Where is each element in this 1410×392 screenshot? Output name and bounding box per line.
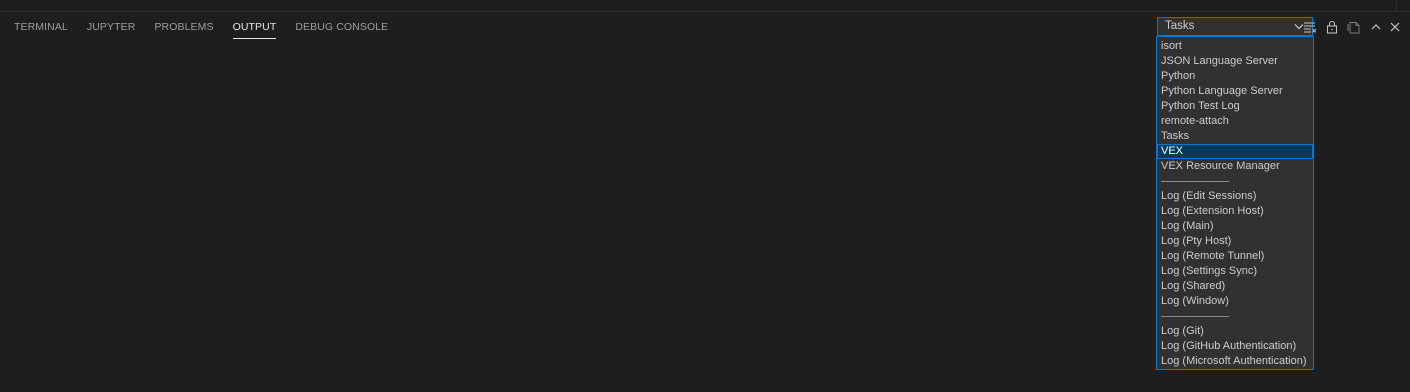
dropdown-separator (1157, 174, 1313, 189)
output-channel-value: Tasks (1165, 20, 1195, 32)
tab-debug-console[interactable]: DEBUG CONSOLE (295, 12, 388, 40)
dropdown-option[interactable]: Log (Shared) (1157, 279, 1313, 294)
lock-icon[interactable] (1324, 19, 1340, 35)
dropdown-option[interactable]: Log (Git) (1157, 324, 1313, 339)
close-icon[interactable] (1387, 19, 1403, 35)
dropdown-option[interactable]: Log (Remote Tunnel) (1157, 249, 1313, 264)
dropdown-option[interactable]: Log (Edit Sessions) (1157, 189, 1313, 204)
tab-output[interactable]: OUTPUT (232, 12, 277, 40)
dropdown-option[interactable]: Log (GitHub Authentication) (1157, 339, 1313, 354)
dropdown-option[interactable]: Log (Extension Host) (1157, 204, 1313, 219)
dropdown-option[interactable]: Python (1157, 69, 1313, 84)
dropdown-option[interactable]: Log (Main) (1157, 219, 1313, 234)
dropdown-option[interactable]: remote-attach (1157, 114, 1313, 129)
output-channel-dropdown: isort JSON Language Server Python Python La… (1156, 36, 1314, 370)
clear-output-icon[interactable] (1302, 19, 1318, 35)
dropdown-option[interactable]: VEX (1157, 144, 1313, 159)
dropdown-option[interactable]: isort (1157, 39, 1313, 54)
tab-problems[interactable]: PROBLEMS (154, 12, 213, 40)
output-panel: TERMINAL JUPYTER PROBLEMS OUTPUT DEBUG C… (0, 0, 1410, 392)
editor-bottom-edge (0, 0, 1410, 12)
dropdown-option[interactable]: Tasks (1157, 129, 1313, 144)
tab-terminal[interactable]: TERMINAL (14, 12, 68, 40)
dropdown-option[interactable]: Python Test Log (1157, 99, 1313, 114)
panel-tabs: TERMINAL JUPYTER PROBLEMS OUTPUT DEBUG C… (14, 12, 407, 40)
dropdown-option[interactable]: Python Language Server (1157, 84, 1313, 99)
dropdown-option[interactable]: Log (Microsoft Authentication) (1157, 354, 1313, 369)
divider (1396, 0, 1397, 11)
dropdown-option[interactable]: Log (Window) (1157, 294, 1313, 309)
tab-jupyter[interactable]: JUPYTER (87, 12, 136, 40)
dropdown-separator (1157, 309, 1313, 324)
dropdown-option[interactable]: Log (Pty Host) (1157, 234, 1313, 249)
dropdown-option[interactable]: Log (Settings Sync) (1157, 264, 1313, 279)
open-in-editor-icon[interactable] (1346, 19, 1362, 35)
output-channel-select[interactable]: Tasks (1157, 17, 1313, 36)
maximize-panel-icon[interactable] (1368, 19, 1384, 35)
dropdown-option[interactable]: VEX Resource Manager (1157, 159, 1313, 174)
dropdown-option[interactable]: JSON Language Server (1157, 54, 1313, 69)
